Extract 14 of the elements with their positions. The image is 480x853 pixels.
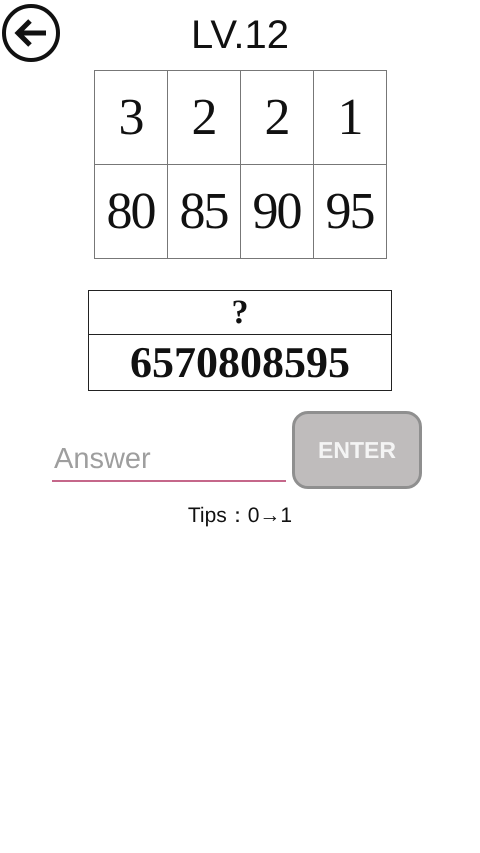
grid-cell: 85 <box>168 165 240 259</box>
clue-text: 6570808595 <box>130 337 350 388</box>
grid-cell: 95 <box>314 165 386 259</box>
grid-cell: 3 <box>94 71 168 165</box>
enter-button[interactable]: ENTER <box>292 411 422 489</box>
grid-cell: 2 <box>240 71 314 165</box>
grid-cell: 1 <box>314 71 386 165</box>
grid-cell: 80 <box>94 165 168 259</box>
clue-text: ? <box>232 294 248 332</box>
tips-text: Tips：0→1 <box>188 503 292 529</box>
level-title: LV.12 <box>191 12 289 58</box>
grid-cell: 90 <box>240 165 314 259</box>
grid-cell: 2 <box>168 71 240 165</box>
back-button[interactable] <box>2 4 60 62</box>
